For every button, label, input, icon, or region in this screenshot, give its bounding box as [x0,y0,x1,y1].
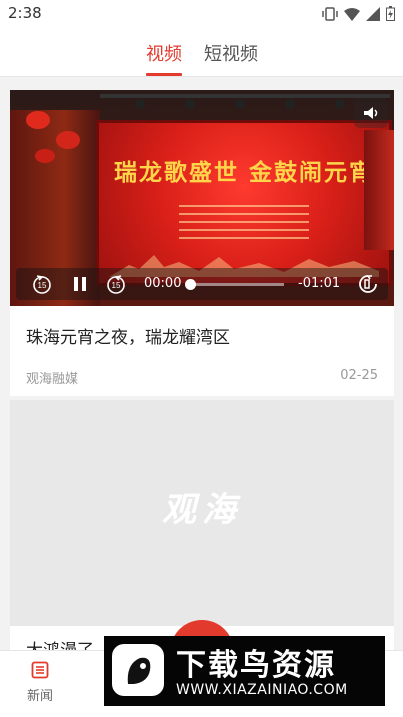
active-tab-indicator [146,73,182,76]
rewind-15-icon: 15 [33,275,51,294]
news-icon [31,661,49,679]
rewind-15-button[interactable]: 15 [30,272,54,296]
stage-text-lines [179,205,309,245]
watermark-brand: 下载鸟资源 [176,648,336,683]
rotate-icon [359,275,377,293]
wifi-icon [344,7,360,21]
status-icons [322,6,395,21]
nav-item-news[interactable]: 新闻 [20,661,60,704]
placeholder-logo: 观海 [162,490,242,530]
top-tabs: 视频 短视频 [0,28,403,77]
video-source: 观海融媒 [26,372,79,387]
next-video-title: 大鸿漫了 [26,636,94,650]
forward-15-icon: 15 [107,275,125,294]
video-player[interactable]: 瑞龙歌盛世 金鼓闹元宵 15 15 00:00 -01:01 [10,90,394,306]
pause-icon [74,277,86,291]
progress-bar[interactable] [185,279,284,290]
stage-lights-image [100,94,390,109]
volume-button[interactable] [354,98,388,128]
stage-title: 瑞龙歌盛世 金鼓闹元宵 [113,159,374,186]
current-time: 00:00 [144,276,182,291]
status-bar: 2:38 [0,0,403,28]
lanterns-image [26,111,80,163]
pause-button[interactable] [68,272,92,296]
video-placeholder[interactable]: 观海 [10,400,394,626]
vibrate-icon [322,6,338,21]
status-time: 2:38 [8,4,42,22]
watermark-url: WWW.XIAZAINIAO.COM [176,682,348,698]
watermark-bird-icon [112,644,164,696]
video-card[interactable]: 瑞龙歌盛世 金鼓闹元宵 15 15 00:00 -01:01 珠海元宵之夜，瑞龙… [10,90,394,396]
signal-icon [366,6,380,21]
video-background-right [364,130,394,250]
tab-short-video[interactable]: 短视频 [204,40,258,66]
forward-15-button[interactable]: 15 [104,272,128,296]
watermark-banner: 下载鸟资源 WWW.XIAZAINIAO.COM [104,636,385,706]
video-date: 02-25 [340,368,378,383]
volume-icon [364,107,378,119]
svg-text:15: 15 [112,281,121,290]
svg-text:15: 15 [38,281,47,290]
battery-icon [386,6,395,21]
rotate-button[interactable] [356,272,380,296]
stage-screen: 瑞龙歌盛世 金鼓闹元宵 [96,120,392,286]
nav-news-label: 新闻 [26,689,53,704]
player-controls: 15 15 00:00 -01:01 [16,268,388,300]
remaining-time: -01:01 [298,276,341,291]
progress-thumb[interactable] [185,279,196,290]
video-title[interactable]: 珠海元宵之夜，瑞龙耀湾区 [26,323,230,348]
tab-video[interactable]: 视频 [146,40,182,66]
